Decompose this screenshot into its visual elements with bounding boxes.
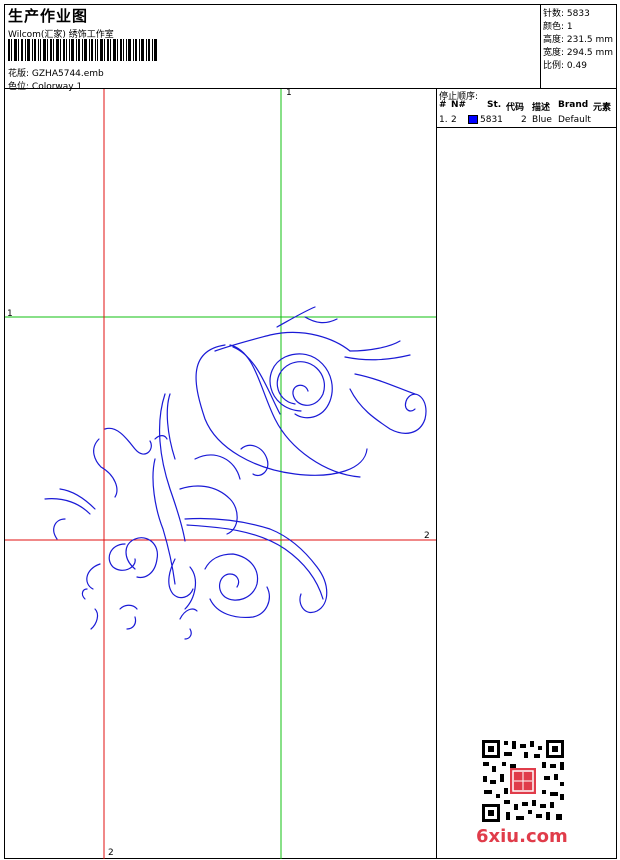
page-title: 生产作业图 bbox=[8, 7, 89, 25]
design-canvas bbox=[5, 89, 436, 859]
design-scale: 比例: 0.49 bbox=[543, 61, 587, 71]
table-divider bbox=[437, 127, 617, 128]
row-code: 2 bbox=[521, 115, 527, 125]
stats-panel: 针数: 5833 颜色: 1 高度: 231.5 mm 宽度: 294.5 mm… bbox=[540, 4, 617, 88]
row-description: Blue bbox=[532, 115, 552, 125]
watermark-brand: 6xiu.com bbox=[476, 826, 568, 847]
table-row: 1. 2 5831 2 Blue Default bbox=[437, 115, 617, 127]
design-width: 宽度: 294.5 mm bbox=[543, 48, 614, 58]
red-guide-label-right: 2 bbox=[424, 531, 430, 541]
col-stitches: St. bbox=[487, 100, 502, 110]
design-height: 高度: 231.5 mm bbox=[543, 35, 614, 45]
qr-code-icon bbox=[480, 738, 566, 824]
barcode-icon bbox=[8, 39, 157, 61]
thread-color-swatch bbox=[468, 115, 478, 124]
green-guide-label-top: 1 bbox=[286, 88, 292, 98]
col-element: 元素 bbox=[593, 103, 612, 113]
stop-table-header: # N# St. 代码 描述 Brand 元素 bbox=[437, 100, 617, 113]
design-label: 花版: bbox=[8, 69, 30, 79]
col-index: # bbox=[439, 100, 447, 110]
row-brand: Default bbox=[558, 115, 591, 125]
design-value: GZHA5744.emb bbox=[31, 69, 104, 79]
col-description: 描述 bbox=[532, 103, 551, 113]
red-guide-label-bottom: 2 bbox=[108, 848, 114, 858]
color-count: 颜色: 1 bbox=[543, 22, 573, 32]
row-needle: 2 bbox=[451, 115, 457, 125]
design-row: 花版: GZHA5744.emb bbox=[8, 66, 104, 79]
stitch-count: 针数: 5833 bbox=[543, 9, 590, 19]
row-index: 1. bbox=[439, 115, 448, 125]
col-brand: Brand bbox=[558, 100, 589, 110]
col-needle: N# bbox=[451, 100, 467, 110]
row-stitches: 5831 bbox=[480, 115, 503, 125]
green-guide-label-left: 1 bbox=[7, 309, 13, 319]
col-code: 代码 bbox=[506, 103, 525, 113]
header: 生产作业图 Wilcom(汇家) 绣饰工作室 花版: GZHA5744.emb … bbox=[5, 5, 540, 92]
embroidery-design bbox=[44, 306, 427, 640]
